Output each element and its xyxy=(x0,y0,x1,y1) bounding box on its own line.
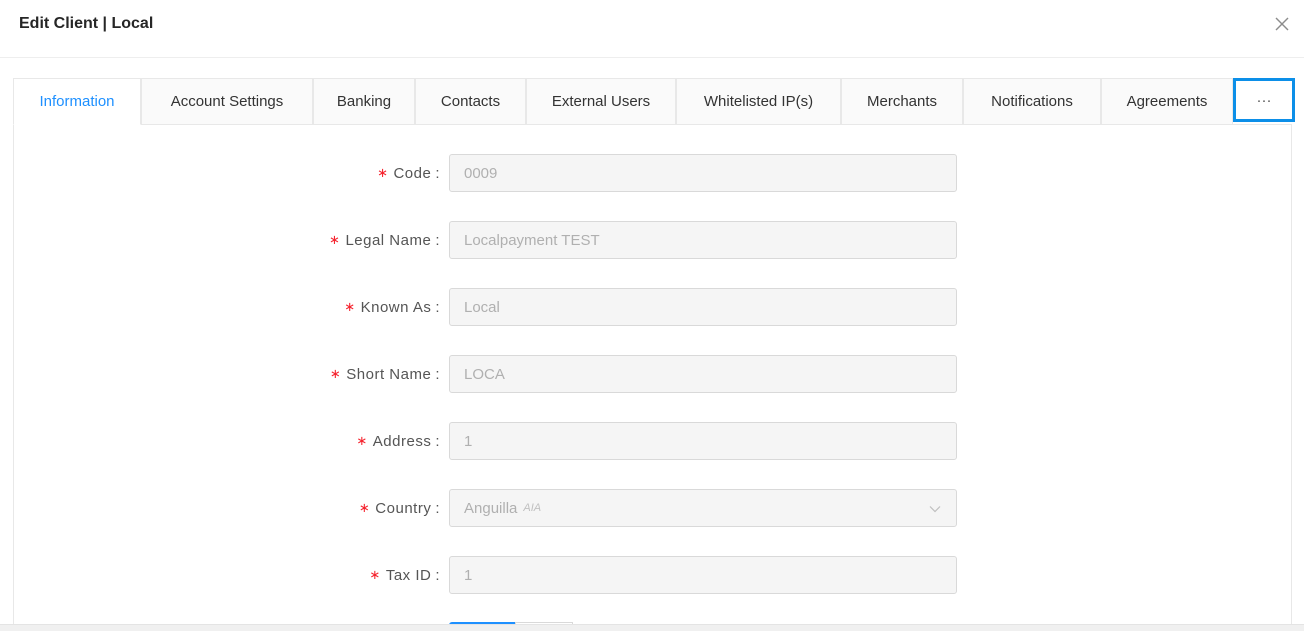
field-label: ∗ Legal Name: xyxy=(329,221,440,259)
modal-footer-divider xyxy=(0,624,1304,631)
known-as-input[interactable]: Local xyxy=(449,288,957,326)
tab-label: Merchants xyxy=(866,93,938,110)
tab-external-users[interactable]: External Users xyxy=(526,78,676,125)
tab-account-settings[interactable]: Account Settings xyxy=(141,78,313,125)
label-text: Legal Name xyxy=(345,231,432,249)
chevron-down-icon xyxy=(929,506,941,513)
form-row-known-as: ∗ Known As: Local xyxy=(0,288,1304,326)
label-colon: : xyxy=(435,566,440,584)
tab-label: Information xyxy=(39,93,115,110)
tab-notifications[interactable]: Notifications xyxy=(963,78,1101,125)
modal-title: Edit Client | Local xyxy=(19,15,154,32)
required-mark: ∗ xyxy=(329,232,341,247)
close-icon xyxy=(1275,17,1289,31)
label-text: Tax ID xyxy=(385,566,432,584)
label-text: Country xyxy=(375,499,432,517)
tab-label: External Users xyxy=(551,93,651,110)
label-text: Address xyxy=(372,432,432,450)
label-colon: : xyxy=(435,432,440,450)
label-text: Code xyxy=(393,164,432,182)
form-row-short-name: ∗ Short Name: LOCA xyxy=(0,355,1304,393)
label-colon: : xyxy=(435,298,440,316)
short-name-input[interactable]: LOCA xyxy=(449,355,957,393)
label-colon: : xyxy=(435,231,440,249)
label-colon: : xyxy=(435,365,440,383)
close-button[interactable] xyxy=(1270,12,1294,36)
tab-banking[interactable]: Banking xyxy=(313,78,415,125)
input-value: Localpayment TEST xyxy=(464,231,600,249)
field-label: ∗ Country: xyxy=(359,489,440,527)
tab-agreements[interactable]: Agreements xyxy=(1101,78,1233,125)
tab-whitelisted-ips[interactable]: Whitelisted IP(s) xyxy=(676,78,841,125)
field-label: ∗ Code: xyxy=(377,154,440,192)
required-mark: ∗ xyxy=(377,165,389,180)
legal-name-input[interactable]: Localpayment TEST xyxy=(449,221,957,259)
required-mark: ∗ xyxy=(369,567,381,582)
more-icon: ··· xyxy=(1256,91,1272,109)
input-value: 1 xyxy=(464,566,473,584)
field-label: ∗ Known As: xyxy=(344,288,440,326)
label-colon: : xyxy=(435,164,440,182)
required-mark: ∗ xyxy=(344,299,356,314)
country-select[interactable]: Anguilla AIA xyxy=(449,489,957,527)
label-text: Short Name xyxy=(346,365,432,383)
select-value: Anguilla xyxy=(464,499,518,517)
tab-label: Banking xyxy=(336,93,392,110)
address-input[interactable]: 1 xyxy=(449,422,957,460)
input-value: LOCA xyxy=(464,365,505,383)
tab-contacts[interactable]: Contacts xyxy=(415,78,526,125)
tabs-bar: Information Account Settings Banking Con… xyxy=(13,78,1295,125)
form-row-legal-name: ∗ Legal Name: Localpayment TEST xyxy=(0,221,1304,259)
tab-merchants[interactable]: Merchants xyxy=(841,78,963,125)
form-row-tax-id: ∗ Tax ID: 1 xyxy=(0,556,1304,594)
required-mark: ∗ xyxy=(358,500,371,515)
tab-label: Notifications xyxy=(991,93,1073,110)
field-label: ∗ Short Name: xyxy=(330,355,440,393)
input-value: Local xyxy=(464,298,500,316)
tab-label: Account Settings xyxy=(170,93,284,110)
label-colon: : xyxy=(435,499,440,517)
required-mark: ∗ xyxy=(329,366,342,381)
label-text: Known As xyxy=(360,298,432,316)
tab-label: Agreements xyxy=(1126,93,1208,110)
tab-label: Contacts xyxy=(440,93,501,110)
field-label: ∗ Address: xyxy=(356,422,440,460)
form-row-code: ∗ Code: 0009 xyxy=(0,154,1304,192)
field-label: ∗ Tax ID: xyxy=(369,556,440,594)
tab-information[interactable]: Information xyxy=(13,78,141,125)
country-code: AIA xyxy=(523,502,542,514)
form-row-address: ∗ Address: 1 xyxy=(0,422,1304,460)
code-input[interactable]: 0009 xyxy=(449,154,957,192)
required-mark: ∗ xyxy=(356,433,368,448)
tab-label: Whitelisted IP(s) xyxy=(703,93,814,110)
input-value: 1 xyxy=(464,432,473,450)
modal-header: Edit Client | Local xyxy=(0,0,1304,58)
tab-more-button[interactable]: ··· xyxy=(1233,78,1295,122)
tax-id-input[interactable]: 1 xyxy=(449,556,957,594)
input-value: 0009 xyxy=(464,164,498,182)
form-row-country: ∗ Country: Anguilla AIA xyxy=(0,489,1304,527)
